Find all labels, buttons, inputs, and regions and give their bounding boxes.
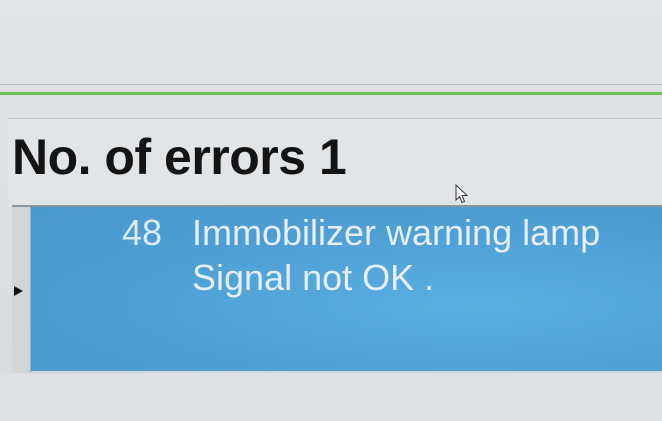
diagnostic-screen: No. of errors 1 48 Immobilizer warning l…: [0, 0, 662, 421]
row-pointer-icon: [14, 286, 23, 296]
top-strip: [0, 0, 662, 16]
error-detail: Signal not OK .: [192, 257, 435, 298]
bottom-area: [0, 373, 662, 421]
error-code: 48: [122, 212, 163, 253]
error-description: Immobilizer warning lamp: [192, 212, 601, 253]
accent-divider: [0, 92, 662, 95]
page-title: No. of errors 1: [12, 129, 347, 185]
mouse-pointer-icon: [455, 184, 469, 204]
top-divider: [0, 84, 662, 85]
